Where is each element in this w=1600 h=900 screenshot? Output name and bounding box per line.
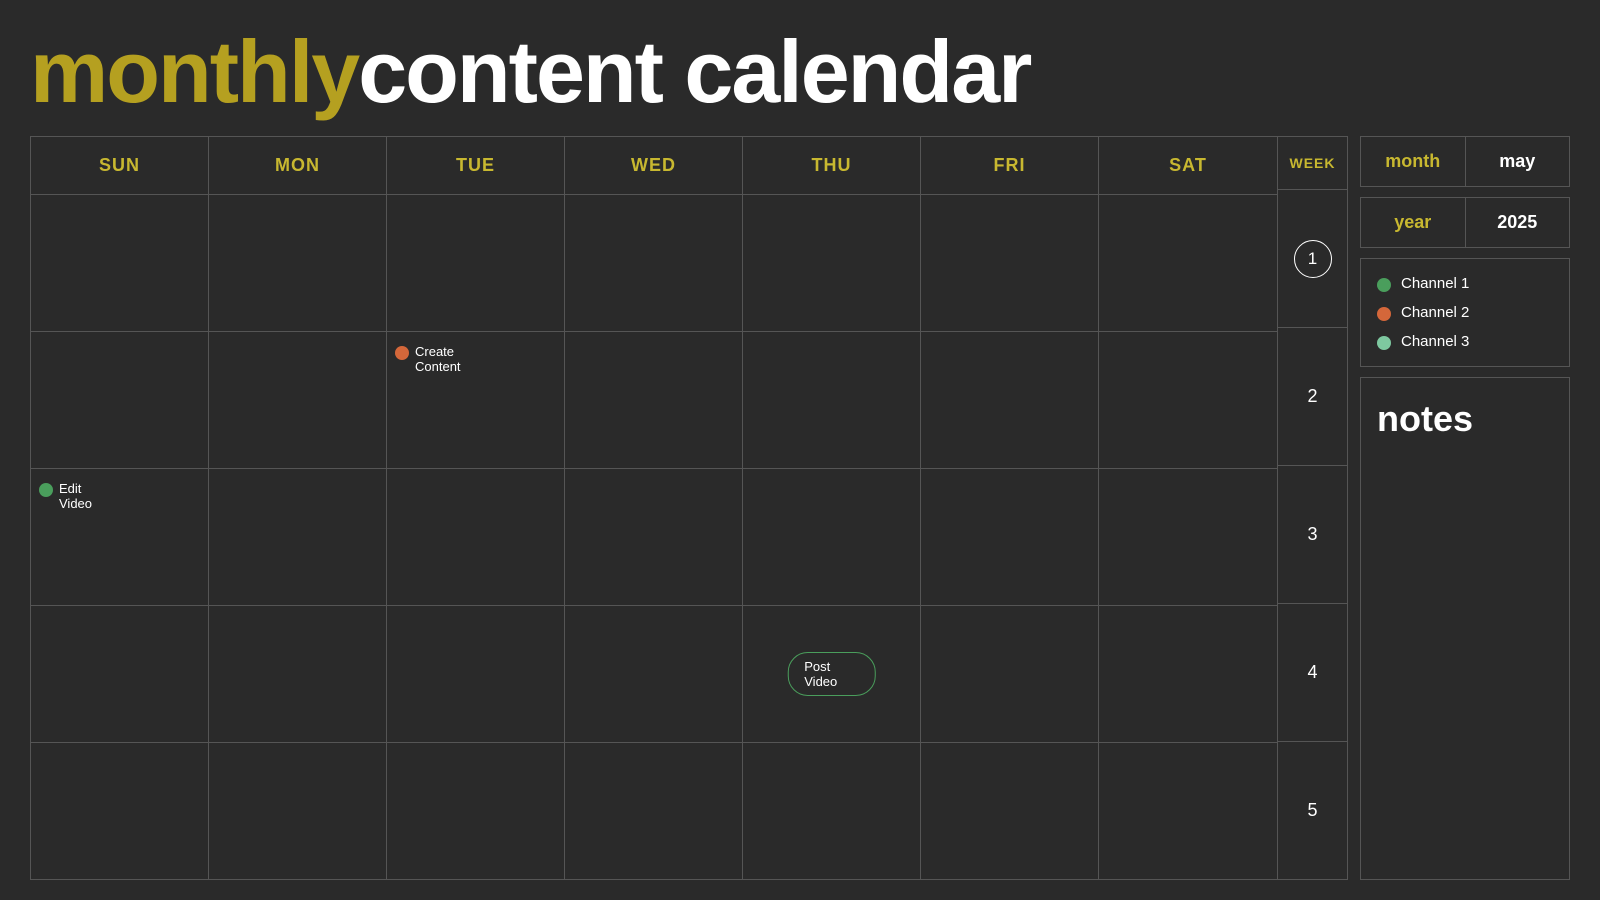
- title-monthly: monthly: [30, 22, 358, 121]
- cell-r3-mon: [209, 469, 387, 605]
- cell-r2-sun: [31, 332, 209, 468]
- cell-r1-mon: [209, 195, 387, 331]
- cell-r4-tue: [387, 606, 565, 742]
- cell-r2-wed: [565, 332, 743, 468]
- cell-r5-thu: [743, 743, 921, 879]
- calendar-rows: CreateContent EditVideo: [31, 195, 1277, 879]
- channel-1-item: Channel 1: [1377, 275, 1553, 292]
- day-header-sun: SUN: [31, 137, 209, 194]
- notes-box[interactable]: notes: [1360, 377, 1570, 880]
- week-cell-5: 5: [1278, 742, 1347, 879]
- calendar-row-5: [31, 743, 1277, 879]
- title-rest: content calendar: [358, 22, 1030, 121]
- day-headers-row: SUN MON TUE WED THU FRI SAT: [31, 137, 1277, 195]
- cell-r5-fri: [921, 743, 1099, 879]
- calendar-grid: SUN MON TUE WED THU FRI SAT: [30, 136, 1278, 880]
- header: monthlycontent calendar: [0, 0, 1600, 136]
- sidebar: month may year 2025 Channel 1 Channel 2: [1360, 136, 1570, 880]
- calendar-row-1: [31, 195, 1277, 332]
- week-number-circle-1: 1: [1294, 240, 1332, 278]
- cell-r5-tue: [387, 743, 565, 879]
- day-header-tue: TUE: [387, 137, 565, 194]
- calendar-row-3: EditVideo: [31, 469, 1277, 606]
- cell-r1-wed: [565, 195, 743, 331]
- channel-3-label: Channel 3: [1401, 333, 1469, 350]
- event-create-content-label: CreateContent: [415, 344, 461, 374]
- channel-1-dot: [1377, 278, 1391, 292]
- calendar-row-4: Post Video: [31, 606, 1277, 743]
- week-column: WEEK 1 2 3 4 5: [1278, 136, 1348, 880]
- event-edit-video-label: EditVideo: [59, 481, 92, 511]
- channel-2-item: Channel 2: [1377, 304, 1553, 321]
- page: monthlycontent calendar SUN MON TUE WED …: [0, 0, 1600, 900]
- calendar-row-2: CreateContent: [31, 332, 1277, 469]
- day-header-wed: WED: [565, 137, 743, 194]
- month-value: may: [1466, 137, 1570, 186]
- event-edit-video[interactable]: EditVideo: [39, 481, 200, 511]
- page-title: monthlycontent calendar: [30, 28, 1570, 116]
- cell-r5-sun: [31, 743, 209, 879]
- day-header-thu: THU: [743, 137, 921, 194]
- cell-r2-tue: CreateContent: [387, 332, 565, 468]
- event-post-video[interactable]: Post Video: [787, 652, 876, 696]
- channel-1-label: Channel 1: [1401, 275, 1469, 292]
- dot-green-icon: [39, 483, 53, 497]
- year-value: 2025: [1466, 198, 1570, 247]
- week-cell-1: 1: [1278, 190, 1347, 328]
- cell-r2-sat: [1099, 332, 1277, 468]
- day-header-mon: MON: [209, 137, 387, 194]
- cell-r5-wed: [565, 743, 743, 879]
- cell-r1-fri: [921, 195, 1099, 331]
- cell-r2-mon: [209, 332, 387, 468]
- main-content: SUN MON TUE WED THU FRI SAT: [0, 136, 1600, 900]
- month-label: month: [1361, 137, 1466, 186]
- day-header-sat: SAT: [1099, 137, 1277, 194]
- channel-3-dot: [1377, 336, 1391, 350]
- day-header-fri: FRI: [921, 137, 1099, 194]
- cell-r2-fri: [921, 332, 1099, 468]
- cell-r4-fri: [921, 606, 1099, 742]
- channels-box: Channel 1 Channel 2 Channel 3: [1360, 258, 1570, 367]
- event-create-content[interactable]: CreateContent: [395, 344, 556, 374]
- cell-r3-sat: [1099, 469, 1277, 605]
- cell-r3-tue: [387, 469, 565, 605]
- cell-r5-mon: [209, 743, 387, 879]
- cell-r4-sun: [31, 606, 209, 742]
- week-cell-3: 3: [1278, 466, 1347, 604]
- cell-r4-thu: Post Video: [743, 606, 921, 742]
- week-cell-4: 4: [1278, 604, 1347, 742]
- notes-title: notes: [1377, 398, 1553, 440]
- cell-r4-sat: [1099, 606, 1277, 742]
- week-cell-2: 2: [1278, 328, 1347, 466]
- cell-r4-mon: [209, 606, 387, 742]
- cell-r2-thu: [743, 332, 921, 468]
- dot-orange-icon: [395, 346, 409, 360]
- year-box: year 2025: [1360, 197, 1570, 248]
- channel-2-dot: [1377, 307, 1391, 321]
- channel-3-item: Channel 3: [1377, 333, 1553, 350]
- month-box: month may: [1360, 136, 1570, 187]
- cell-r3-fri: [921, 469, 1099, 605]
- cell-r1-tue: [387, 195, 565, 331]
- cell-r5-sat: [1099, 743, 1277, 879]
- cell-r3-wed: [565, 469, 743, 605]
- cell-r1-thu: [743, 195, 921, 331]
- cell-r3-thu: [743, 469, 921, 605]
- cell-r1-sat: [1099, 195, 1277, 331]
- year-label: year: [1361, 198, 1466, 247]
- channel-2-label: Channel 2: [1401, 304, 1469, 321]
- cell-r3-sun: EditVideo: [31, 469, 209, 605]
- cell-r1-sun: [31, 195, 209, 331]
- cell-r4-wed: [565, 606, 743, 742]
- week-column-header: WEEK: [1278, 137, 1347, 190]
